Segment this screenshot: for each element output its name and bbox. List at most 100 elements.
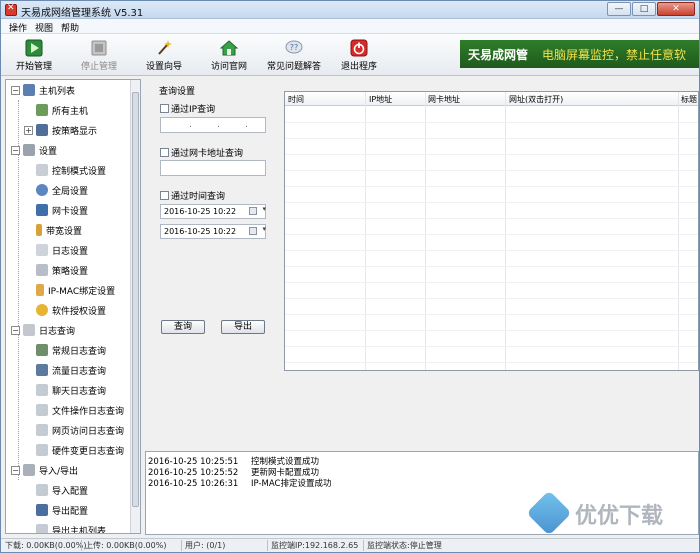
column-header-title[interactable]: 标题 bbox=[681, 94, 697, 105]
menu-help[interactable]: 帮助 bbox=[61, 21, 79, 34]
maximize-button[interactable]: □ bbox=[632, 2, 656, 16]
column-header-mac[interactable]: 网卡地址 bbox=[428, 94, 460, 105]
status-bar: 下载: 0.00KB(0.00%) 上传: 0.00KB(0.00%) 用户: … bbox=[1, 538, 699, 552]
expand-icon[interactable]: + bbox=[24, 125, 33, 135]
query-by-ip-option[interactable]: 通过IP查询 bbox=[160, 102, 215, 115]
export-button[interactable]: 导出 bbox=[221, 320, 265, 334]
app-logo-icon bbox=[5, 3, 17, 16]
collapse-icon[interactable]: − bbox=[11, 145, 20, 155]
tree-scrollbar-thumb[interactable] bbox=[132, 92, 139, 507]
dropdown-arrow-icon[interactable]: ▾ bbox=[262, 225, 266, 233]
tree-node-ip-mac[interactable]: IP-MAC绑定设置 bbox=[36, 281, 115, 299]
row-divider bbox=[285, 138, 698, 139]
status-separator bbox=[363, 540, 364, 551]
row-divider bbox=[285, 122, 698, 123]
end-time-picker[interactable]: 2016-10-25 10:22 ▾ bbox=[160, 224, 266, 239]
export-hosts-icon bbox=[36, 524, 48, 533]
ip-mac-icon bbox=[36, 284, 44, 296]
search-button[interactable]: 查询 bbox=[161, 320, 205, 334]
tree-node-control-mode[interactable]: 控制模式设置 bbox=[36, 161, 106, 179]
column-divider bbox=[505, 92, 506, 370]
tree-node-log-query[interactable]: − 日志查询 bbox=[11, 321, 75, 339]
results-header: 时间 IP地址 网卡地址 网址(双击打开) 标题 bbox=[285, 92, 698, 106]
gear-icon bbox=[36, 184, 48, 196]
ip-address-input[interactable]: . . . bbox=[160, 117, 266, 133]
tree-node-global-settings[interactable]: 全局设置 bbox=[36, 181, 88, 199]
log-query-icon bbox=[23, 324, 35, 336]
stop-management-button[interactable]: 停止管理 bbox=[69, 37, 129, 75]
status-monitor-ip: 监控端IP:192.168.2.65 bbox=[271, 541, 359, 550]
query-by-mac-checkbox[interactable] bbox=[160, 148, 169, 157]
row-divider bbox=[285, 314, 698, 315]
row-divider bbox=[285, 234, 698, 235]
tree-node-bandwidth[interactable]: 带宽设置 bbox=[36, 221, 82, 239]
results-table[interactable]: 时间 IP地址 网卡地址 网址(双击打开) 标题 bbox=[284, 91, 699, 371]
log-settings-icon bbox=[36, 244, 48, 256]
tree-node-export-config[interactable]: 导出配置 bbox=[36, 501, 88, 519]
query-title: 查询设置 bbox=[159, 87, 196, 97]
query-by-time-option[interactable]: 通过时间查询 bbox=[160, 189, 225, 202]
tree-node-export-hosts[interactable]: 导出主机列表 bbox=[36, 521, 106, 533]
query-by-mac-option[interactable]: 通过网卡地址查询 bbox=[160, 146, 243, 159]
column-header-time[interactable]: 时间 bbox=[288, 94, 304, 105]
row-divider bbox=[285, 250, 698, 251]
query-by-ip-checkbox[interactable] bbox=[160, 104, 169, 113]
tree-node-policy-view[interactable]: + 按策略显示 bbox=[24, 121, 97, 139]
tree-node-policy-settings[interactable]: 策略设置 bbox=[36, 261, 88, 279]
svg-text:??: ?? bbox=[290, 43, 299, 52]
tree-node-regular-log[interactable]: 常规日志查询 bbox=[36, 341, 106, 359]
banner-slogan: 电脑屏幕监控，禁止任意软 bbox=[542, 48, 687, 62]
visit-website-button[interactable]: 访问官网 bbox=[199, 37, 259, 75]
start-management-button[interactable]: 开始管理 bbox=[4, 37, 64, 75]
tree-node-web-log[interactable]: 网页访问日志查询 bbox=[36, 421, 124, 439]
row-divider bbox=[285, 154, 698, 155]
export-icon bbox=[36, 504, 48, 516]
tree-node-log-settings[interactable]: 日志设置 bbox=[36, 241, 88, 259]
promo-banner: 天易成网管 电脑屏幕监控，禁止任意软 bbox=[460, 40, 699, 68]
column-header-ip[interactable]: IP地址 bbox=[369, 94, 392, 105]
exit-program-button[interactable]: 退出程序 bbox=[329, 37, 389, 75]
menu-view[interactable]: 视图 bbox=[35, 21, 53, 34]
banner-brand: 天易成网管 bbox=[468, 48, 529, 62]
collapse-icon[interactable]: − bbox=[11, 325, 20, 335]
collapse-icon[interactable]: − bbox=[11, 85, 20, 95]
license-icon bbox=[36, 304, 48, 316]
tree-node-settings[interactable]: − 设置 bbox=[11, 141, 57, 159]
mac-address-input[interactable] bbox=[160, 160, 266, 176]
tree-node-import-config[interactable]: 导入配置 bbox=[36, 481, 88, 499]
close-button[interactable]: ✕ bbox=[657, 2, 695, 16]
hardware-log-icon bbox=[36, 444, 48, 456]
setup-wizard-button[interactable]: 设置向导 bbox=[134, 37, 194, 75]
menu-operation[interactable]: 操作 bbox=[9, 21, 27, 34]
row-divider bbox=[285, 282, 698, 283]
column-header-url[interactable]: 网址(双击打开) bbox=[509, 94, 563, 105]
collapse-icon[interactable]: − bbox=[11, 465, 20, 475]
home-icon bbox=[220, 40, 238, 56]
row-divider bbox=[285, 266, 698, 267]
dropdown-arrow-icon[interactable]: ▾ bbox=[262, 205, 266, 213]
app-window: 天易成网络管理系统 V5.31 — □ ✕ 操作 视图 帮助 开始管理 停止管理 bbox=[0, 0, 700, 553]
faq-button[interactable]: ?? 常见问题解答 bbox=[264, 37, 324, 75]
tree-node-all-hosts[interactable]: 所有主机 bbox=[36, 101, 88, 119]
calendar-icon[interactable] bbox=[249, 207, 257, 215]
start-time-picker[interactable]: 2016-10-25 10:22 ▾ bbox=[160, 204, 266, 219]
tree-scrollbar[interactable] bbox=[130, 80, 140, 533]
all-hosts-icon bbox=[36, 104, 48, 116]
row-divider bbox=[285, 186, 698, 187]
host-list-icon bbox=[23, 84, 35, 96]
tree-node-traffic-log[interactable]: 流量日志查询 bbox=[36, 361, 106, 379]
row-divider bbox=[285, 330, 698, 331]
menu-bar: 操作 视图 帮助 bbox=[1, 19, 699, 34]
tree-node-host-list[interactable]: − 主机列表 bbox=[11, 81, 75, 99]
tree-node-import-export[interactable]: − 导入/导出 bbox=[11, 461, 78, 479]
tree-node-hardware-log[interactable]: 硬件变更日志查询 bbox=[36, 441, 124, 459]
tree-node-chat-log[interactable]: 聊天日志查询 bbox=[36, 381, 106, 399]
column-divider bbox=[365, 92, 366, 370]
minimize-button[interactable]: — bbox=[607, 2, 631, 16]
status-separator bbox=[267, 540, 268, 551]
calendar-icon[interactable] bbox=[249, 227, 257, 235]
tree-node-file-log[interactable]: 文件操作日志查询 bbox=[36, 401, 124, 419]
tree-node-nic-settings[interactable]: 网卡设置 bbox=[36, 201, 88, 219]
tree-node-license[interactable]: 软件授权设置 bbox=[36, 301, 106, 319]
query-by-time-checkbox[interactable] bbox=[160, 191, 169, 200]
